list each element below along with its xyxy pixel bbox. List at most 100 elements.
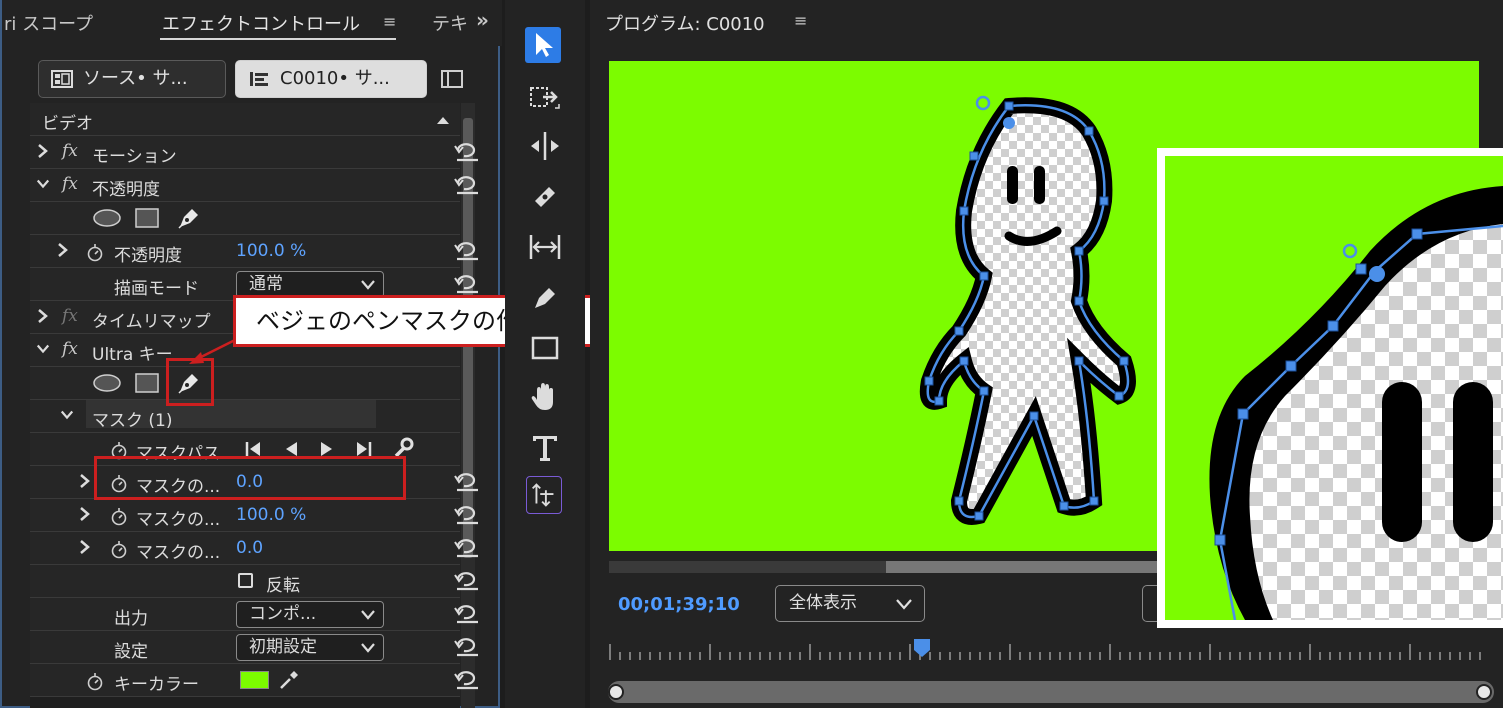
- reset-icon[interactable]: [454, 636, 480, 658]
- mask-opacity-label: マスクの...: [136, 510, 221, 530]
- chevron-right-icon[interactable]: [36, 143, 50, 159]
- chevron-right-icon[interactable]: [78, 539, 92, 555]
- ellipse-mask-icon[interactable]: [92, 208, 122, 228]
- arrow-pointer-icon: [536, 33, 553, 57]
- reset-icon[interactable]: [454, 537, 480, 559]
- mask-opacity-value[interactable]: 100.0 %: [236, 505, 306, 525]
- chevron-right-icon[interactable]: [78, 506, 92, 522]
- output-row: 出力 コンポ...: [30, 598, 478, 631]
- motion-label: モーション: [92, 147, 177, 167]
- stopwatch-icon[interactable]: [110, 539, 128, 559]
- mask-opacity-row[interactable]: マスクの... 100.0 %: [30, 499, 478, 532]
- invert-checkbox[interactable]: [238, 573, 253, 588]
- playhead-timecode[interactable]: 00;01;39;10: [618, 594, 740, 615]
- extra-tool-button[interactable]: [526, 476, 562, 514]
- opacity-mask-tools: [30, 202, 460, 235]
- pen-tool-icon[interactable]: [525, 278, 565, 318]
- ellipse-mask-icon[interactable]: [92, 373, 122, 393]
- effect-row-motion[interactable]: fx モーション: [30, 136, 478, 169]
- panel-menu-icon[interactable]: ≡: [383, 12, 396, 31]
- reset-icon[interactable]: [454, 570, 480, 592]
- output-dropdown[interactable]: コンポ...: [236, 601, 384, 628]
- eyedropper-icon[interactable]: [278, 669, 300, 691]
- video-section-header: ビデオ: [30, 103, 460, 136]
- reset-icon[interactable]: [454, 471, 480, 493]
- selection-tool[interactable]: [525, 27, 561, 63]
- blend-mode-dropdown[interactable]: 通常: [236, 271, 384, 298]
- pen-mask-icon[interactable]: [176, 205, 202, 231]
- playhead-icon[interactable]: [913, 638, 931, 658]
- chevron-down-icon[interactable]: [60, 407, 74, 423]
- mask-group-row[interactable]: マスク (1): [30, 400, 460, 433]
- ripple-edit-tool-icon[interactable]: [525, 126, 565, 166]
- reset-icon[interactable]: [454, 141, 480, 163]
- output-value: コンポ...: [249, 604, 317, 624]
- mask-expansion-row[interactable]: マスクの... 0.0: [30, 532, 478, 565]
- monitor-scroll-thumb[interactable]: [886, 561, 1186, 573]
- toggle-timeline-icon[interactable]: [440, 68, 464, 90]
- stopwatch-icon[interactable]: [86, 242, 104, 262]
- mask-feather-highlight: [94, 456, 406, 500]
- chevron-right-icon[interactable]: [36, 308, 50, 324]
- zoom-bar-right-handle[interactable]: [1476, 684, 1492, 700]
- remix-tool-icon: [531, 483, 554, 507]
- reset-icon[interactable]: [454, 603, 480, 625]
- key-color-swatch[interactable]: [240, 671, 269, 689]
- chevron-down-icon: [361, 610, 375, 620]
- sequence-clip-label: C0010• サ...: [280, 68, 390, 89]
- time-remap-label: タイムリマップ: [92, 312, 211, 332]
- mask-invert-row: 反転: [30, 565, 478, 598]
- stopwatch-icon[interactable]: [86, 671, 104, 691]
- fx-icon[interactable]: fx: [62, 339, 78, 359]
- monitor-menu-icon[interactable]: ≡: [794, 11, 807, 30]
- reset-icon[interactable]: [454, 273, 480, 295]
- chevron-down-icon[interactable]: [36, 176, 50, 192]
- key-color-row: キーカラー: [30, 664, 478, 697]
- zoom-level-dropdown[interactable]: 全体表示: [775, 585, 925, 622]
- track-select-tool-icon[interactable]: [525, 78, 565, 118]
- chevron-down-icon[interactable]: [36, 341, 50, 357]
- zoomed-detail-inset: [1157, 148, 1503, 628]
- fx-icon[interactable]: fx: [62, 174, 78, 194]
- chevron-right-icon[interactable]: [56, 242, 70, 258]
- panel-overflow-icon[interactable]: »: [476, 8, 489, 32]
- collapse-up-icon[interactable]: [436, 115, 450, 125]
- reset-icon[interactable]: [454, 504, 480, 526]
- reset-icon[interactable]: [454, 240, 480, 262]
- fx-icon-disabled: fx: [62, 306, 78, 326]
- effect-row-opacity[interactable]: fx 不透明度: [30, 169, 478, 202]
- type-tool-icon[interactable]: [525, 428, 565, 468]
- hand-tool-icon[interactable]: [525, 378, 565, 418]
- rectangle-tool-icon[interactable]: [525, 328, 565, 368]
- invert-label: 反転: [266, 576, 300, 596]
- program-monitor-title[interactable]: プログラム: C0010: [605, 10, 765, 36]
- setting-dropdown[interactable]: 初期設定: [236, 634, 384, 661]
- timeline-zoom-bar[interactable]: [608, 681, 1494, 703]
- rectangle-mask-icon[interactable]: [134, 207, 160, 229]
- reset-icon[interactable]: [454, 669, 480, 691]
- zoom-bar-left-handle[interactable]: [608, 684, 624, 700]
- video-header-label: ビデオ: [42, 114, 93, 134]
- tab-scopes[interactable]: ri スコープ: [4, 10, 93, 36]
- opacity-value[interactable]: 100.0 %: [236, 241, 306, 261]
- fx-icon[interactable]: fx: [62, 141, 78, 161]
- chevron-down-icon: [361, 643, 375, 653]
- rectangle-mask-icon[interactable]: [134, 372, 160, 394]
- chevron-right-icon[interactable]: [78, 473, 92, 489]
- sequence-clip-button[interactable]: C0010• サ...: [235, 60, 427, 98]
- blend-mode-label: 描画モード: [114, 279, 199, 299]
- reset-icon[interactable]: [454, 174, 480, 196]
- active-tab-underline: [160, 38, 396, 40]
- opacity-param-row[interactable]: 不透明度 100.0 %: [30, 235, 478, 268]
- tab-text[interactable]: テキ: [432, 10, 468, 36]
- razor-tool-icon[interactable]: [525, 177, 565, 217]
- tab-effect-controls[interactable]: エフェクトコントロール: [162, 10, 360, 36]
- stopwatch-icon[interactable]: [110, 506, 128, 526]
- setting-row: 設定 初期設定: [30, 631, 478, 664]
- source-clip-button[interactable]: ソース• サ...: [38, 60, 226, 98]
- mask-expansion-value[interactable]: 0.0: [236, 538, 263, 558]
- opacity-param-label: 不透明度: [114, 246, 182, 266]
- time-ruler[interactable]: [608, 640, 1488, 664]
- slip-tool-icon[interactable]: [525, 227, 565, 267]
- mask-expansion-label: マスクの...: [136, 543, 221, 563]
